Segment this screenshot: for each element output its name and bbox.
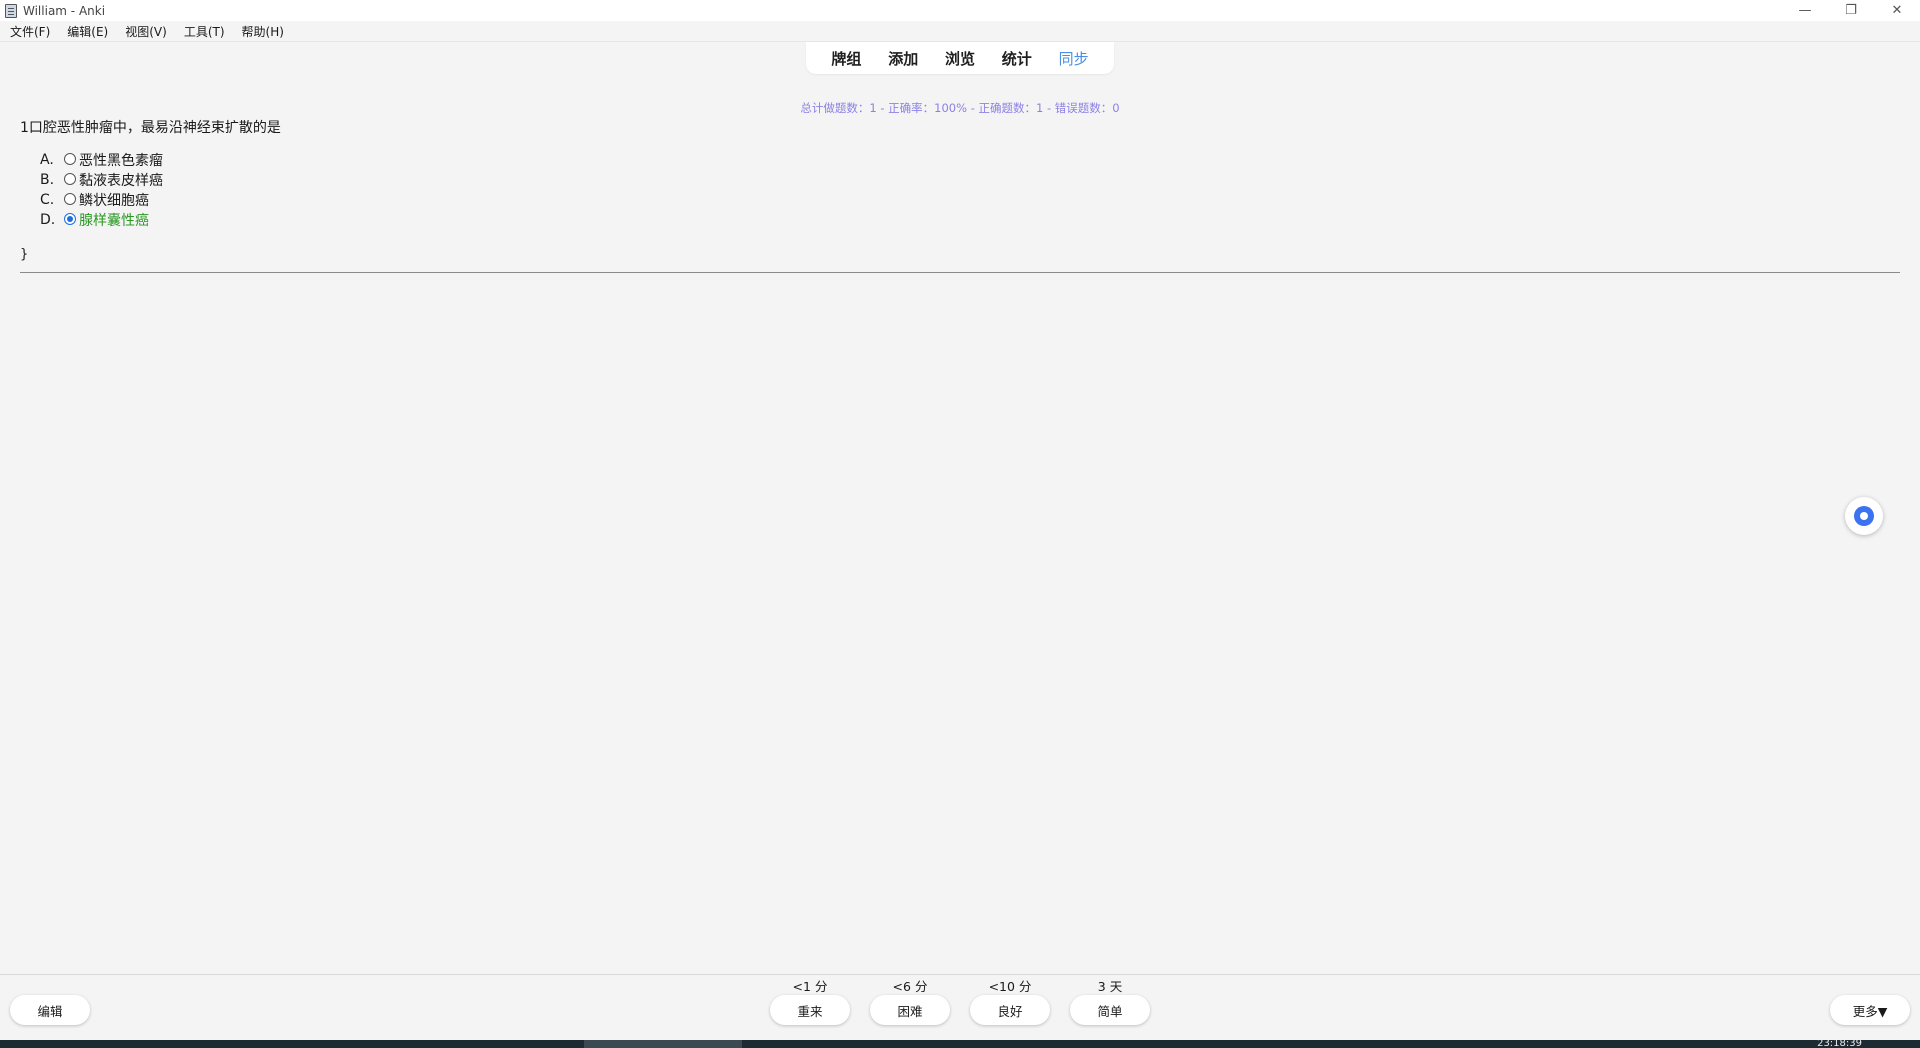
- stray-brace-text: }: [20, 247, 29, 262]
- toolbar-stats-link[interactable]: 统计: [1002, 48, 1032, 69]
- option-letter: A.: [40, 152, 54, 168]
- option-text: 黏液表皮样癌: [79, 173, 163, 189]
- option-b[interactable]: B. 黏液表皮样癌: [40, 170, 163, 190]
- option-a[interactable]: A. 恶性黑色素瘤: [40, 150, 163, 170]
- hard-button[interactable]: 困难: [870, 995, 950, 1025]
- window-title: William - Anki: [23, 3, 106, 18]
- interval-good: <10 分: [988, 979, 1032, 994]
- radio-button[interactable]: [64, 193, 76, 205]
- option-text: 鳞状细胞癌: [79, 193, 149, 209]
- option-letter: D.: [40, 212, 56, 228]
- restore-button[interactable]: ❐: [1828, 0, 1874, 21]
- menu-file[interactable]: 文件(F): [0, 23, 57, 40]
- taskbar-active-app[interactable]: [584, 1040, 742, 1048]
- os-taskbar: 23:18:39: [0, 1040, 1920, 1048]
- quiz-stats-text: 总计做题数：1 - 正确率：100% - 正确题数：1 - 错误题数：0: [800, 101, 1120, 115]
- interval-easy: 3 天: [1097, 979, 1123, 994]
- edit-button[interactable]: 编辑: [10, 995, 90, 1025]
- option-c[interactable]: C. 鳞状细胞癌: [40, 190, 163, 210]
- radio-button[interactable]: [64, 173, 76, 185]
- window-controls: — ❐ ✕: [1782, 0, 1920, 21]
- toolbar-browse-link[interactable]: 浏览: [945, 48, 975, 69]
- minimize-button[interactable]: —: [1782, 0, 1828, 21]
- option-text-correct: 腺样囊性癌: [79, 213, 149, 229]
- easy-button[interactable]: 简单: [1070, 995, 1150, 1025]
- radio-button-selected[interactable]: [64, 213, 76, 225]
- menu-help[interactable]: 帮助(H): [232, 23, 291, 40]
- option-letter: C.: [40, 192, 55, 208]
- main-toolbar: 牌组 添加 浏览 统计 同步: [806, 42, 1114, 74]
- menu-tools[interactable]: 工具(T): [174, 23, 232, 40]
- title-bar: William - Anki — ❐ ✕: [0, 0, 1920, 21]
- question-text: 1口腔恶性肿瘤中，最易沿神经束扩散的是: [20, 120, 281, 136]
- more-button[interactable]: 更多▼: [1830, 995, 1910, 1025]
- floating-assistant-button[interactable]: [1845, 497, 1883, 535]
- radio-button[interactable]: [64, 153, 76, 165]
- again-button[interactable]: 重来: [770, 995, 850, 1025]
- toolbar-sync-link[interactable]: 同步: [1059, 48, 1089, 69]
- assistant-icon: [1854, 506, 1874, 526]
- toolbar-decks-link[interactable]: 牌组: [831, 48, 861, 69]
- taskbar-clock: 23:18:39: [1817, 1040, 1862, 1048]
- anki-app-icon: [5, 3, 17, 18]
- interval-again: <1 分: [792, 979, 828, 994]
- option-text: 恶性黑色素瘤: [79, 153, 163, 169]
- interval-hard: <6 分: [892, 979, 928, 994]
- quiz-stats: 总计做题数：1 - 正确率：100% - 正确题数：1 - 错误题数：0: [0, 100, 1920, 116]
- menu-bar: 文件(F) 编辑(E) 视图(V) 工具(T) 帮助(H): [0, 21, 1920, 42]
- menu-view[interactable]: 视图(V): [115, 23, 174, 40]
- answer-divider: [20, 272, 1900, 273]
- answer-options: A. 恶性黑色素瘤 B. 黏液表皮样癌 C. 鳞状细胞癌 D. 腺样囊性癌: [40, 150, 163, 230]
- close-button[interactable]: ✕: [1874, 0, 1920, 21]
- menu-edit[interactable]: 编辑(E): [57, 23, 115, 40]
- toolbar-add-link[interactable]: 添加: [888, 48, 918, 69]
- review-bottom-bar: 编辑 <1 分 重来 <6 分 困难 <10 分 良好 3 天 简单 更多▼: [0, 974, 1920, 1040]
- option-d[interactable]: D. 腺样囊性癌: [40, 210, 163, 230]
- good-button[interactable]: 良好: [970, 995, 1050, 1025]
- option-letter: B.: [40, 172, 55, 188]
